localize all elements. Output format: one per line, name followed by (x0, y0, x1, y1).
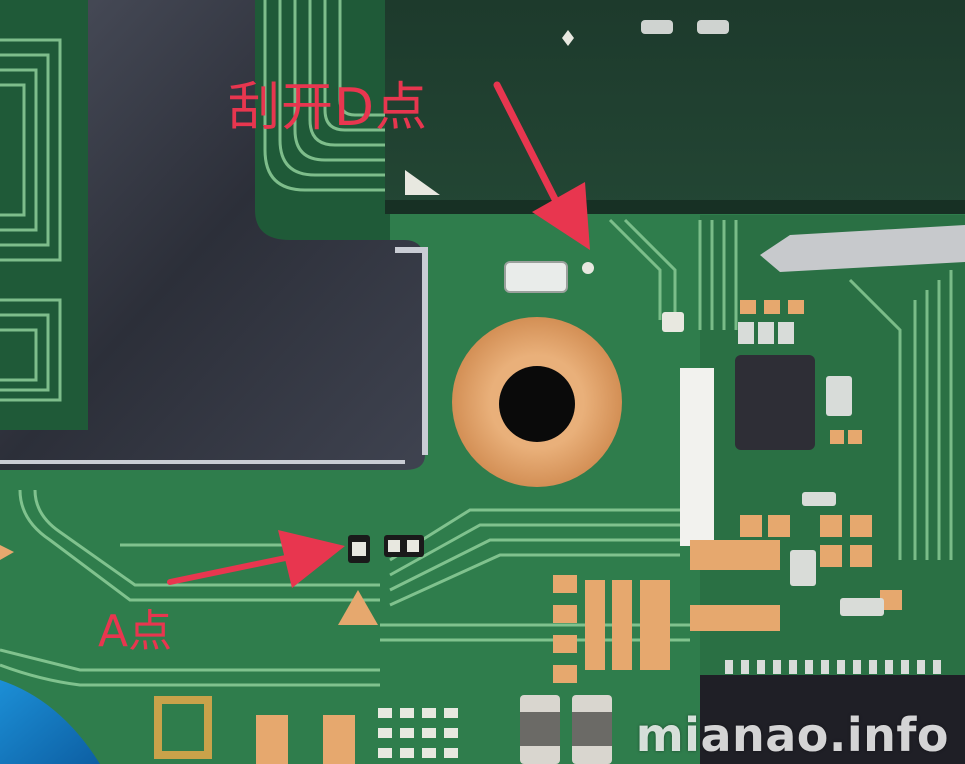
a-point-pad (352, 542, 366, 556)
chip-fiducial-1 (641, 20, 673, 34)
smd-component-d (504, 261, 568, 293)
small-ic (735, 355, 815, 450)
watermark: mianao.info (635, 708, 949, 762)
a-component-pad-2 (407, 540, 419, 552)
main-chip-edge (385, 200, 965, 214)
a-component-pad-1 (388, 540, 400, 552)
via-pad (662, 312, 684, 332)
main-chip (385, 0, 965, 210)
bare-patch (680, 368, 714, 546)
d-point-annotation: 刮开D点 (228, 78, 429, 138)
d-point-pad (582, 262, 594, 274)
chip-fiducial-2 (697, 20, 729, 34)
a-point-annotation: A点 (98, 606, 173, 657)
mounting-hole (499, 366, 575, 442)
pcb-photo: 刮开D点 A点 mianao.info (0, 0, 965, 764)
